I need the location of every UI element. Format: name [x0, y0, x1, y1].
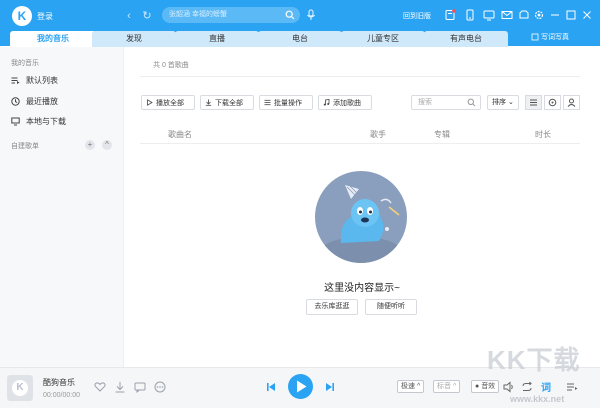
locate-icon	[548, 98, 557, 107]
write-lyric-button[interactable]: 写词写真	[531, 32, 569, 44]
sidebar-item-default-list[interactable]: 默认列表	[11, 73, 58, 87]
singer-button[interactable]	[563, 95, 580, 110]
volume-icon[interactable]	[503, 381, 515, 393]
search-icon	[467, 98, 476, 107]
music-note-icon	[323, 99, 330, 106]
clock-icon	[11, 96, 20, 106]
column-header-singer[interactable]: 歌手	[370, 129, 386, 140]
sidebar-item-label: 最近播放	[26, 96, 58, 106]
download-all-button[interactable]: 下载全部	[200, 95, 254, 110]
divider	[140, 143, 580, 144]
loop-icon[interactable]	[521, 381, 533, 393]
list-view-icon	[530, 99, 537, 106]
minimize-icon[interactable]	[549, 9, 561, 21]
add-song-button[interactable]: 添加歌曲	[318, 95, 372, 110]
current-song-title[interactable]: 酷狗音乐	[43, 377, 75, 388]
empty-message: 这里没内容显示~	[324, 283, 400, 294]
quality-button[interactable]: 极速 ^	[397, 380, 425, 393]
more-icon[interactable]	[154, 381, 166, 393]
kugou-logo[interactable]: K	[12, 6, 32, 26]
sidebar-item-label: 本地与下载	[26, 116, 66, 126]
login-link[interactable]: 登录	[37, 11, 53, 22]
sidebar-item-recent[interactable]: 最近播放	[11, 94, 58, 108]
sidebar-item-local-download[interactable]: 本地与下载	[11, 114, 66, 128]
monitor-icon	[11, 117, 20, 125]
list-icon	[11, 77, 20, 84]
play-button[interactable]	[288, 374, 313, 399]
column-header-album[interactable]: 专辑	[434, 129, 450, 140]
playlist-icon[interactable]	[566, 381, 578, 393]
refresh-icon[interactable]: ↻	[141, 9, 153, 23]
search-input[interactable]: 张韶涵 幸福的螃蟹	[162, 7, 300, 23]
sidebar-my-music-title: 我的音乐	[11, 60, 39, 67]
download-icon[interactable]	[114, 381, 126, 393]
play-time: 00:00/00:00	[43, 392, 80, 399]
skin-icon[interactable]	[518, 9, 530, 21]
next-track-icon[interactable]	[324, 381, 336, 393]
heart-icon[interactable]	[94, 381, 106, 393]
album-cover[interactable]: K	[7, 375, 33, 401]
standard-sound-button[interactable]: 标音 ^	[433, 380, 461, 393]
lyric-toggle-button[interactable]: 词	[541, 379, 551, 394]
comment-icon[interactable]	[134, 381, 146, 393]
mail-icon[interactable]	[501, 9, 513, 21]
locate-button[interactable]	[544, 95, 561, 110]
add-playlist-button[interactable]: +	[85, 140, 95, 150]
list-view-button[interactable]	[525, 95, 542, 110]
song-count: 共 0 首歌曲	[153, 62, 189, 69]
tab-radio[interactable]: 电台	[258, 31, 342, 47]
tab-audiobook[interactable]: 有声电台	[424, 31, 508, 47]
empty-state-illustration	[315, 171, 407, 263]
old-version-link[interactable]: 回到旧版	[403, 11, 431, 21]
person-icon	[567, 98, 576, 107]
edit-icon	[531, 33, 539, 41]
tab-live[interactable]: 直播	[175, 31, 259, 47]
chevron-down-icon: ⌄	[506, 99, 514, 106]
sidebar-item-label: 默认列表	[26, 75, 58, 85]
list-icon	[264, 99, 271, 106]
random-listen-button[interactable]: 随便听听	[365, 299, 417, 315]
gear-icon[interactable]	[533, 9, 545, 21]
chevron-up-icon: ^	[451, 383, 457, 390]
screen-icon[interactable]	[483, 9, 495, 21]
list-filter-input[interactable]: 搜索	[411, 95, 481, 110]
search-icon[interactable]	[285, 10, 295, 20]
mic-icon[interactable]	[306, 9, 316, 21]
sort-dropdown[interactable]: 排序 ⌄	[487, 95, 519, 110]
sidebar-created-playlists-title: 自建歌单	[11, 143, 39, 150]
mascot-icon	[321, 185, 401, 263]
play-all-button[interactable]: 播放全部	[141, 95, 195, 110]
message-icon[interactable]	[444, 9, 456, 21]
close-icon[interactable]	[581, 9, 593, 21]
watermark: KK下载	[487, 345, 581, 375]
previous-track-icon[interactable]	[265, 381, 277, 393]
restore-icon[interactable]	[565, 9, 577, 21]
divider	[140, 76, 580, 77]
batch-operation-button[interactable]: 批量操作	[259, 95, 313, 110]
play-icon	[147, 99, 153, 106]
phone-icon[interactable]	[464, 9, 476, 21]
back-arrow-icon[interactable]: ‹	[123, 9, 135, 23]
column-header-duration[interactable]: 时长	[535, 129, 551, 140]
watermark-url: www.kkx.net	[510, 394, 565, 404]
search-placeholder: 张韶涵 幸福的螃蟹	[169, 11, 227, 18]
download-icon	[205, 99, 212, 106]
tab-kids[interactable]: 儿童专区	[341, 31, 425, 47]
tab-discover[interactable]: 发现	[92, 31, 176, 47]
chevron-up-icon: ^	[415, 383, 421, 390]
tab-my-music[interactable]: 我的音乐	[10, 31, 96, 47]
play-icon	[297, 380, 307, 393]
column-header-song[interactable]: 歌曲名	[168, 129, 192, 140]
browse-library-button[interactable]: 去乐库逛逛	[306, 299, 358, 315]
sound-effect-button[interactable]: ● 音效	[471, 380, 500, 393]
kugou-logo: K	[12, 380, 28, 396]
collapse-playlists-button[interactable]: ^	[102, 140, 112, 150]
